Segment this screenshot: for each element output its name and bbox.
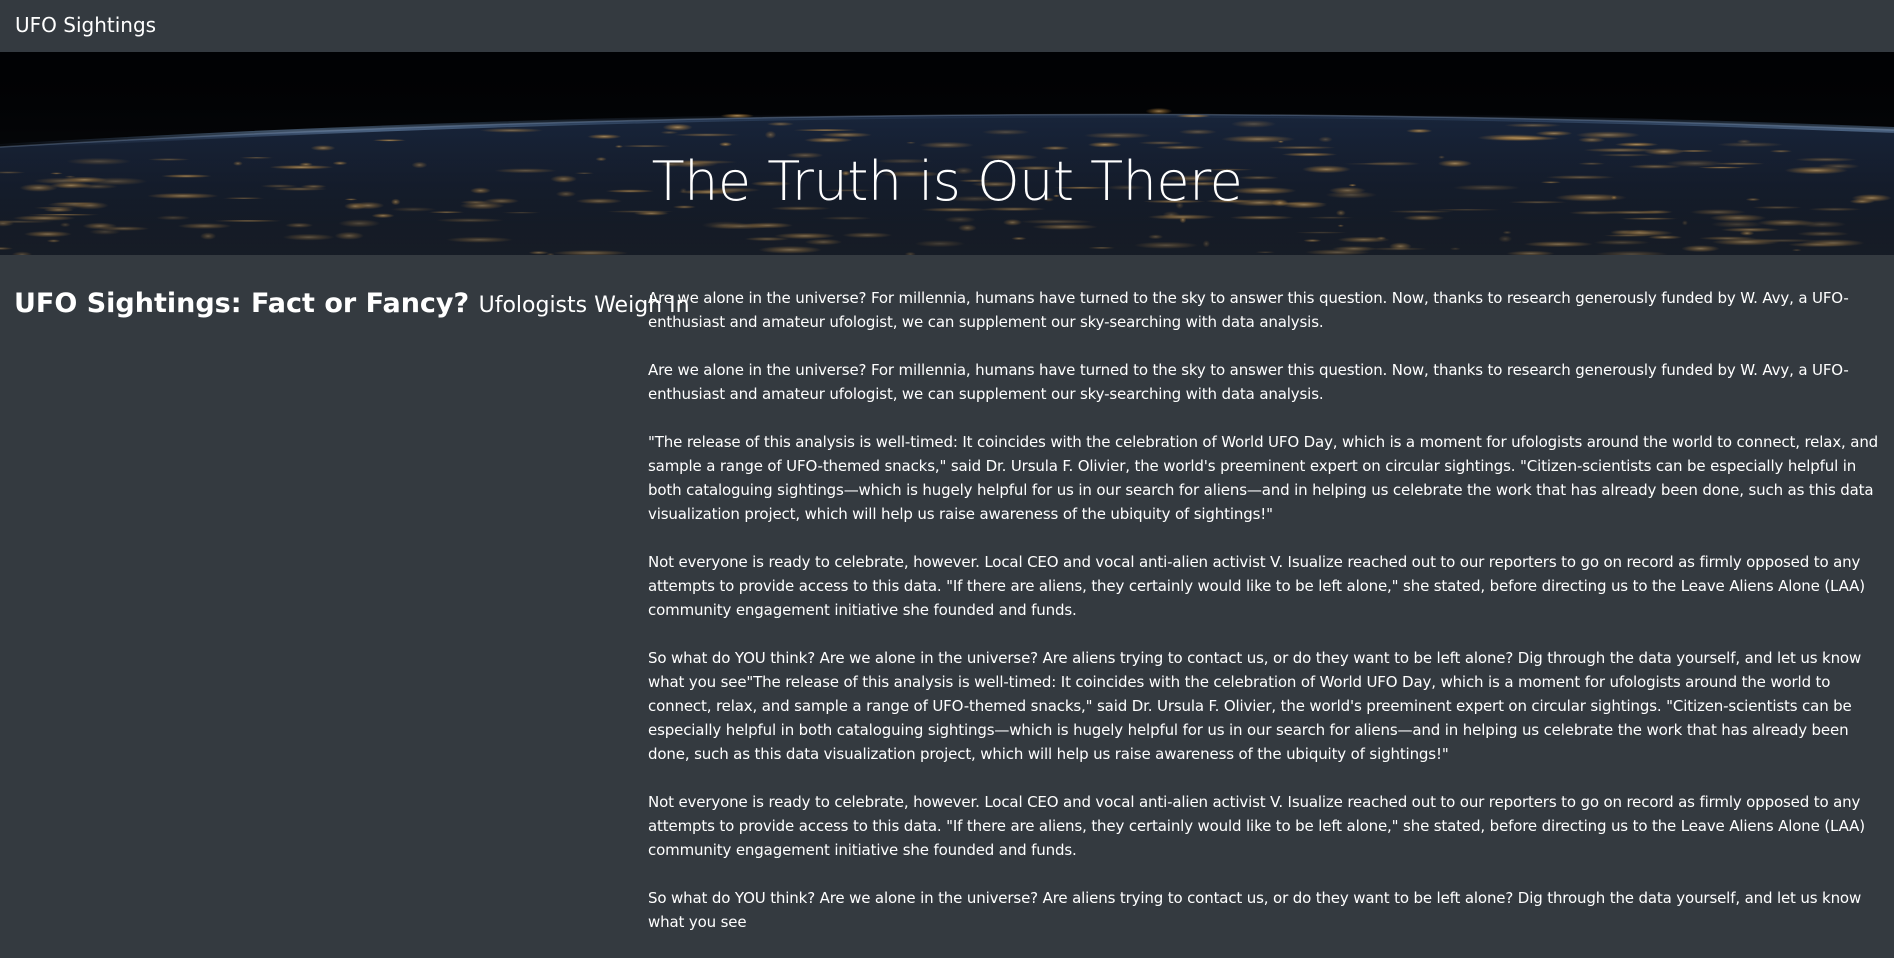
article-body: Are we alone in the universe? For millen… <box>648 286 1886 958</box>
navbar: UFO Sightings <box>0 0 1894 52</box>
article-heading-column: UFO Sightings: Fact or Fancy? Ufologists… <box>14 286 690 324</box>
navbar-brand-link[interactable]: UFO Sightings <box>15 11 156 39</box>
article-heading: UFO Sightings: Fact or Fancy? Ufologists… <box>14 286 690 324</box>
article-paragraph: "The release of this analysis is well-ti… <box>648 433 1879 523</box>
article-paragraph: Are we alone in the universe? For millen… <box>648 289 1849 331</box>
article-paragraph: Not everyone is ready to celebrate, howe… <box>648 553 1865 619</box>
article-paragraph: So what do YOU think? Are we alone in th… <box>648 649 1862 763</box>
hero-title: The Truth is Out There <box>651 150 1243 214</box>
article-paragraph: Are we alone in the universe? For millen… <box>648 361 1849 403</box>
article-title: UFO Sightings: Fact or Fancy? <box>14 288 470 319</box>
article-paragraph: So what do YOU think? Are we alone in th… <box>648 889 1862 931</box>
article-paragraph: Not everyone is ready to celebrate, howe… <box>648 793 1865 859</box>
hero-banner: The Truth is Out There <box>0 52 1894 255</box>
